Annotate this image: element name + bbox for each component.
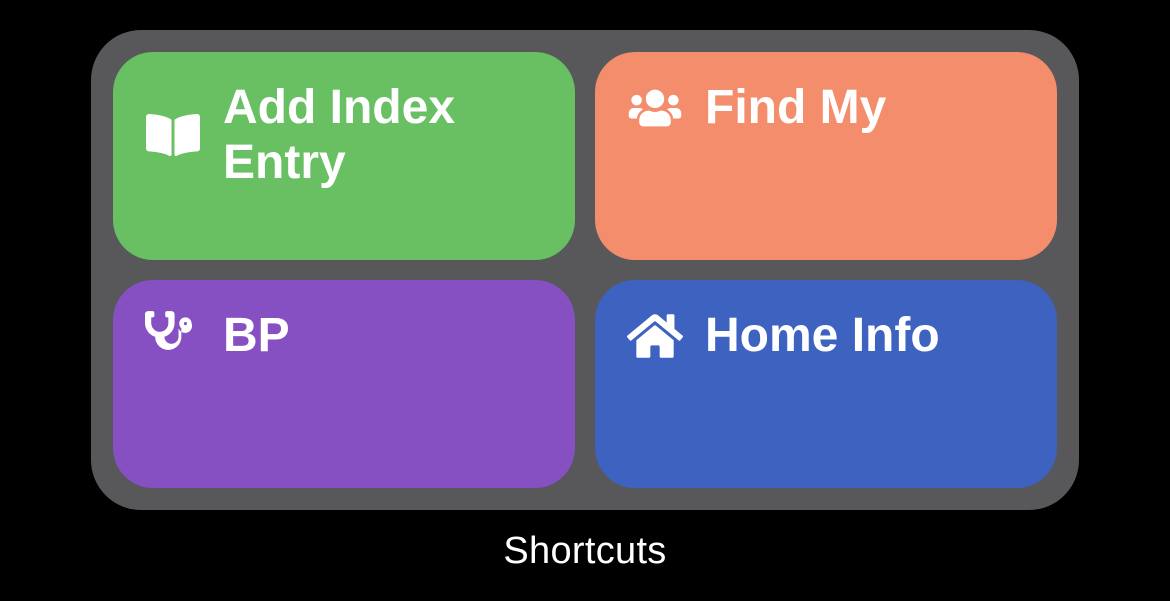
shortcut-find-my[interactable]: Find My <box>595 52 1057 260</box>
shortcuts-widget: Add Index Entry Find My BP <box>91 30 1079 510</box>
tile-header: BP <box>145 308 543 364</box>
shortcut-label: Find My <box>705 80 886 135</box>
shortcut-home-info[interactable]: Home Info <box>595 280 1057 488</box>
shortcut-label: BP <box>223 308 290 363</box>
shortcut-add-index-entry[interactable]: Add Index Entry <box>113 52 575 260</box>
house-icon <box>627 308 683 364</box>
shortcut-label: Home Info <box>705 308 940 363</box>
shortcut-bp[interactable]: BP <box>113 280 575 488</box>
book-icon <box>145 107 201 163</box>
shortcuts-grid: Add Index Entry Find My BP <box>113 52 1057 488</box>
stethoscope-icon <box>145 308 201 364</box>
tile-header: Add Index Entry <box>145 80 543 190</box>
widget-title: Shortcuts <box>503 530 666 573</box>
shortcut-label: Add Index Entry <box>223 80 543 190</box>
people-icon <box>627 80 683 136</box>
tile-header: Home Info <box>627 308 1025 364</box>
tile-header: Find My <box>627 80 1025 136</box>
